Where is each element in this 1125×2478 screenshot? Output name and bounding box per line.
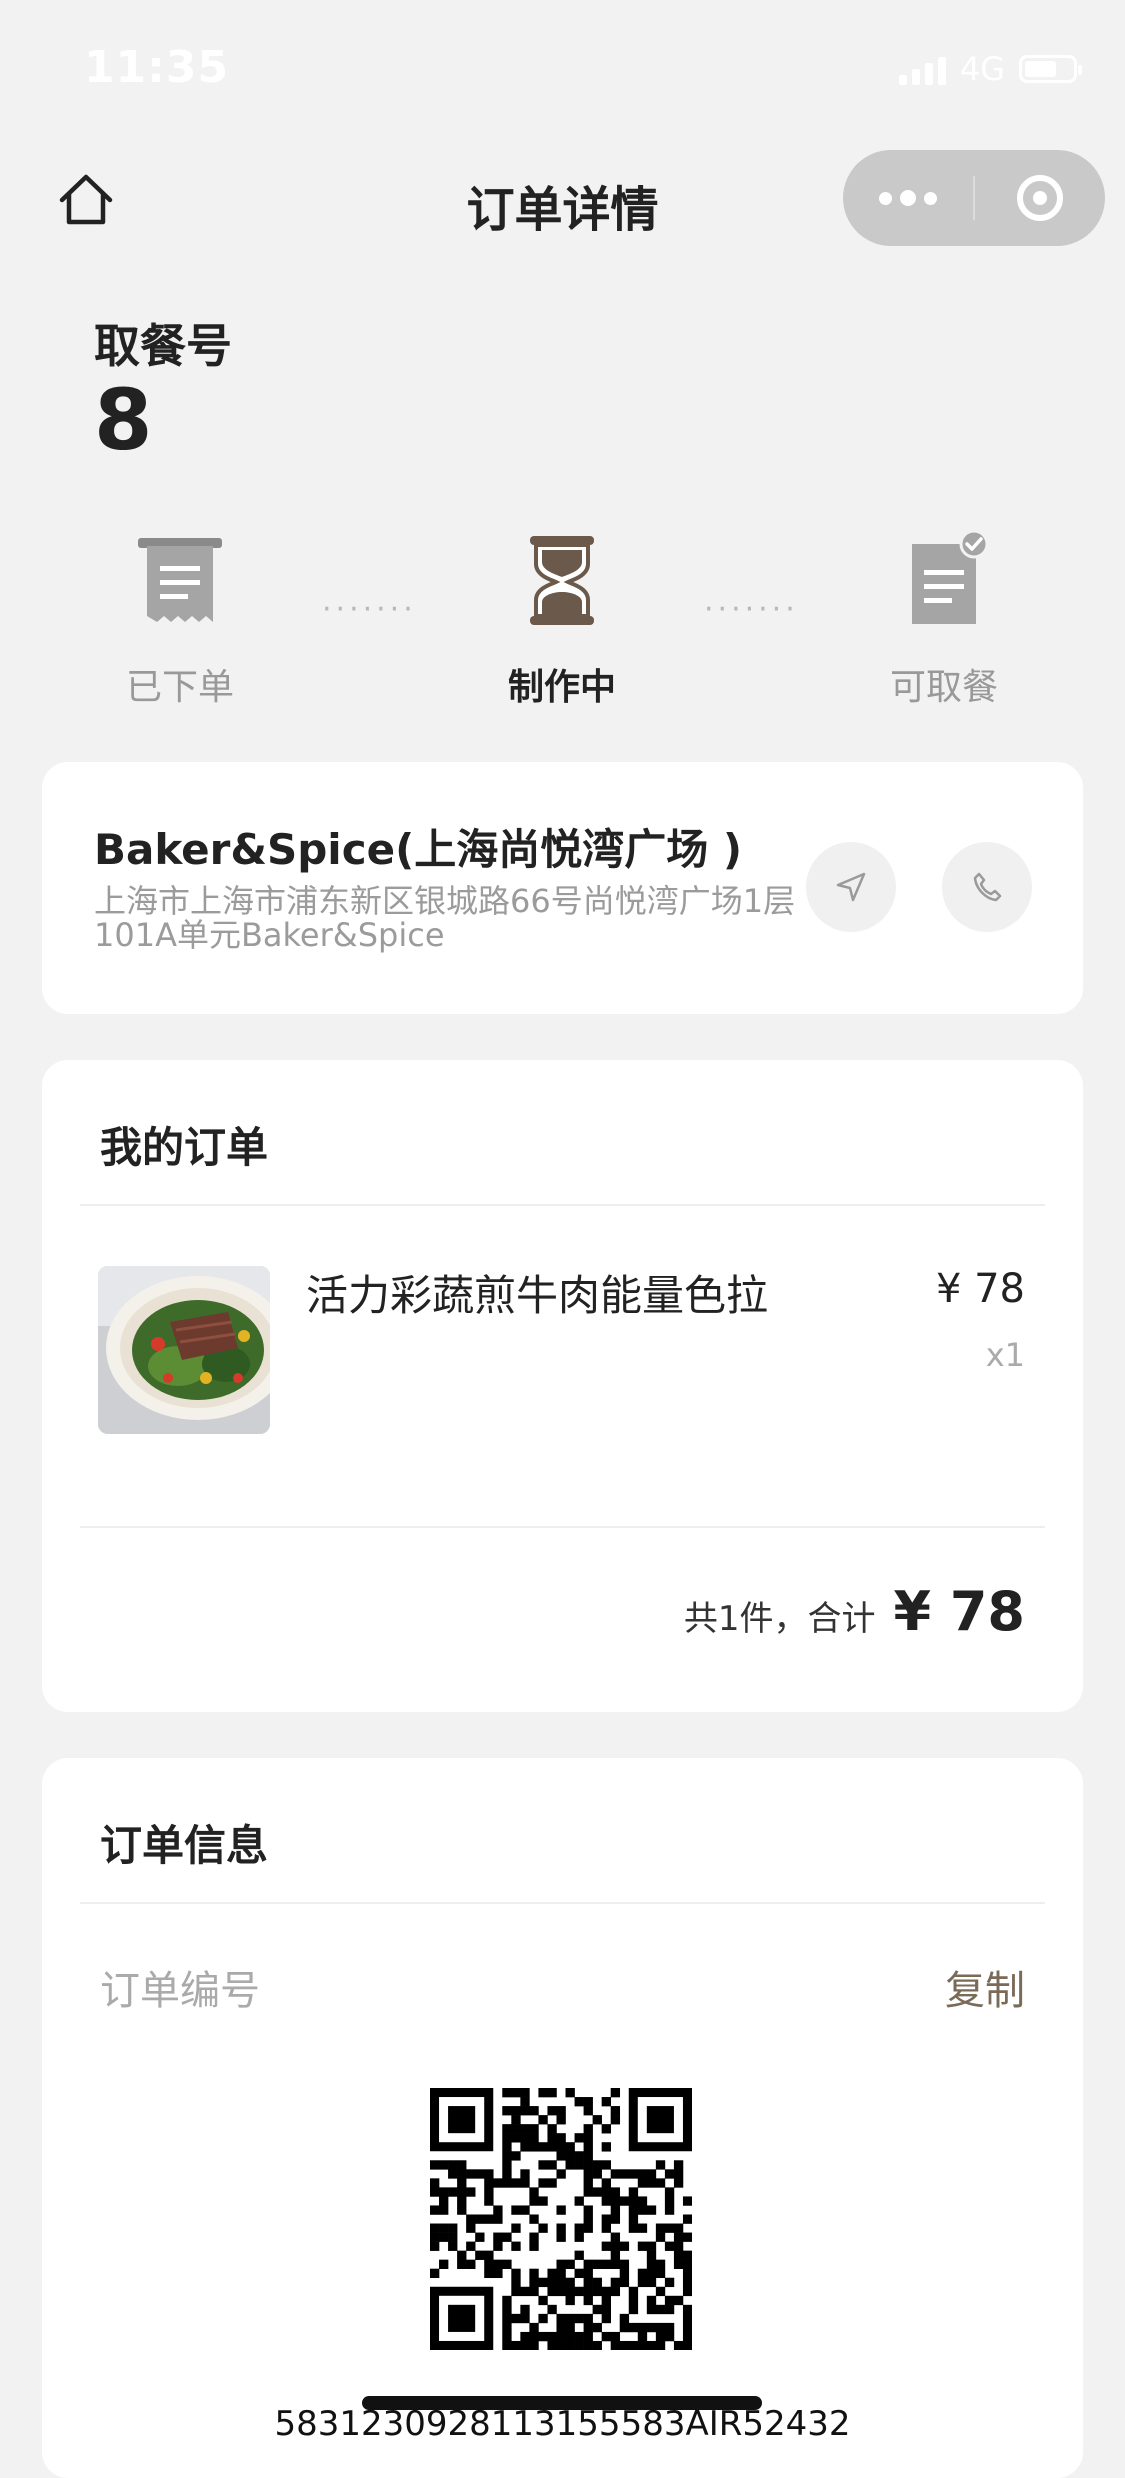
nav-bar: 订单详情: [0, 140, 1125, 260]
mini-program-capsule: [843, 150, 1105, 246]
call-button[interactable]: [942, 842, 1032, 932]
checked-document-icon: [894, 529, 994, 630]
section-title: 我的订单: [100, 1123, 269, 1172]
status-bar: 11:35 4G: [0, 0, 1125, 140]
my-order-card: 我的订单 活力彩蔬煎牛肉能量色拉 ¥ 78 x1 共1件，合计 ¥ 78: [42, 1060, 1083, 1712]
order-progress: 已下单 ······· 制作中 ······· 可取餐: [0, 529, 1125, 730]
step-label: 已下单: [125, 667, 234, 708]
network-label: 4G: [959, 50, 1005, 88]
progress-connector: ·······: [322, 592, 417, 627]
signal-icon: [898, 53, 946, 85]
divider: [80, 1526, 1045, 1528]
phone-icon: [973, 872, 1002, 902]
divider: [80, 1204, 1045, 1206]
product-quantity: x1: [985, 1336, 1025, 1374]
status-time: 11:35: [84, 42, 230, 93]
progress-connector: ·······: [704, 592, 799, 627]
order-number: 5831230928113155583AIR52432: [274, 2404, 851, 2444]
navigate-button[interactable]: [806, 842, 896, 932]
product-name: 活力彩蔬煎牛肉能量色拉: [306, 1271, 769, 1320]
qr-code: [430, 2088, 693, 2351]
total-label: 共1件，合计: [683, 1599, 876, 1639]
status-indicators: 4G: [898, 50, 1082, 88]
product-price: ¥ 78: [935, 1266, 1025, 1312]
navigation-arrow-icon: [836, 872, 866, 902]
more-icon[interactable]: [843, 150, 973, 246]
divider: [80, 1902, 1045, 1904]
order-total: 共1件，合计 ¥ 78: [684, 1580, 1025, 1643]
close-icon[interactable]: [975, 150, 1105, 246]
copy-button[interactable]: 复制: [945, 1958, 1025, 2016]
battery-icon: [1019, 55, 1082, 83]
pickup-label: 取餐号: [94, 319, 232, 373]
qr-code-icon: [430, 2088, 693, 2351]
step-label: 制作中: [507, 667, 616, 708]
total-amount: ¥ 78: [893, 1580, 1025, 1643]
order-number-label: 订单编号: [100, 1968, 260, 2014]
pickup-number: 8: [94, 371, 153, 469]
step-ordered: 已下单: [80, 530, 280, 710]
section-title: 订单信息: [100, 1821, 269, 1870]
store-name: Baker&Spice(上海尚悦湾广场 ): [94, 825, 743, 874]
step-ready: 可取餐: [844, 529, 1044, 710]
home-indicator: [362, 2396, 762, 2410]
order-info-card: 订单信息 订单编号 复制 5831230928113155583AIR52432: [42, 1758, 1083, 2478]
store-address: 上海市上海市浦东新区银城路66号尚悦湾广场1层101A单元Baker&Spice: [94, 882, 796, 954]
hourglass-icon: [512, 530, 612, 630]
step-preparing: 制作中: [462, 530, 662, 710]
product-image[interactable]: [98, 1266, 270, 1434]
store-card: Baker&Spice(上海尚悦湾广场 ) 上海市上海市浦东新区银城路66号尚悦…: [42, 762, 1083, 1014]
receipt-icon: [130, 530, 230, 630]
step-label: 可取餐: [889, 667, 998, 708]
